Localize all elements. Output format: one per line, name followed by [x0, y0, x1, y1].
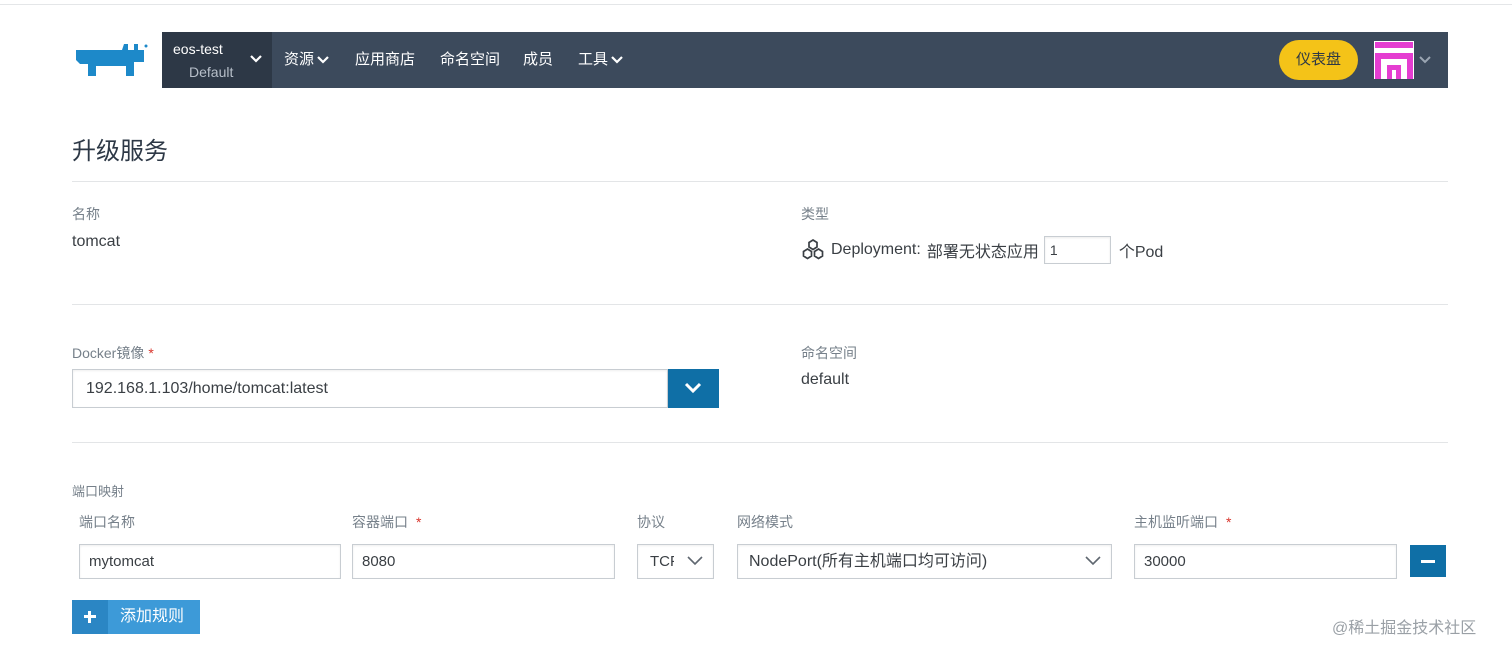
port-name-input[interactable]: mytomcat	[79, 544, 341, 579]
environment-switcher[interactable]: eos-test Default	[162, 32, 272, 88]
type-label: 类型	[801, 206, 829, 222]
container-port-input[interactable]: 8080	[352, 544, 615, 579]
top-divider	[0, 4, 1512, 5]
nav-app-store[interactable]: 应用商店	[355, 32, 415, 88]
plus-icon	[72, 600, 108, 634]
chevron-down-icon	[687, 556, 703, 566]
nav-namespaces-label: 命名空间	[440, 51, 501, 68]
add-rule-label: 添加规则	[120, 608, 185, 625]
container-port-header: 容器端口 *	[352, 512, 421, 532]
nav-tools[interactable]: 工具	[578, 32, 623, 88]
nav-tools-label: 工具	[578, 51, 609, 68]
chevron-down-icon[interactable]	[1419, 55, 1431, 64]
user-avatar[interactable]	[1374, 41, 1414, 79]
replicas-unit: 个Pod	[1118, 244, 1164, 261]
deployment-icon	[802, 238, 824, 260]
rancher-logo[interactable]	[72, 42, 148, 80]
host-port-input[interactable]: 30000	[1134, 544, 1397, 579]
type-row: Deployment: 部署无状态应用 1 个Pod	[801, 236, 1163, 264]
chevron-down-icon	[1085, 556, 1101, 566]
network-mode-header: 网络模式	[737, 514, 793, 530]
divider	[72, 304, 1448, 305]
port-name-header: 端口名称	[79, 514, 135, 530]
replicas-input[interactable]: 1	[1043, 236, 1111, 264]
namespace-value: default	[801, 371, 850, 388]
nav-app-store-label: 应用商店	[355, 51, 416, 68]
environment-subtitle: Default	[189, 64, 234, 80]
minus-icon	[1421, 560, 1435, 563]
name-value: tomcat	[72, 233, 121, 250]
network-mode-select[interactable]: NodePort(所有主机端口均可访问)	[737, 544, 1112, 579]
remove-port-button[interactable]	[1410, 545, 1446, 577]
chevron-down-icon	[317, 55, 329, 64]
image-dropdown-button[interactable]	[668, 369, 719, 408]
port-mapping-label: 端口映射	[72, 484, 125, 499]
page-title: 升级服务	[72, 138, 168, 165]
docker-image-label-text: Docker镜像	[72, 345, 145, 361]
host-port-header-text: 主机监听端口	[1134, 514, 1218, 530]
nav-resources-label: 资源	[284, 51, 315, 68]
type-kind: Deployment:	[831, 241, 921, 258]
nav-members[interactable]: 成员	[523, 32, 553, 88]
protocol-header: 协议	[637, 514, 665, 530]
docker-image-label: Docker镜像 *	[72, 343, 154, 363]
required-mark: *	[148, 345, 154, 361]
chevron-down-icon	[684, 382, 702, 394]
divider	[72, 181, 1448, 182]
divider	[72, 442, 1448, 443]
nav-namespaces[interactable]: 命名空间	[440, 32, 500, 88]
required-mark: *	[1226, 514, 1232, 530]
network-mode-value: NodePort(所有主机端口均可访问)	[749, 553, 988, 570]
nav-resources[interactable]: 资源	[284, 32, 329, 88]
protocol-select[interactable]: TCP	[637, 544, 714, 579]
type-description: 部署无状态应用	[926, 244, 1039, 261]
namespace-label: 命名空间	[801, 345, 857, 361]
docker-image-input[interactable]: 192.168.1.103/home/tomcat:latest	[72, 369, 668, 408]
host-port-header: 主机监听端口 *	[1134, 512, 1231, 532]
chevron-down-icon	[250, 55, 262, 63]
environment-name: eos-test	[173, 41, 223, 57]
protocol-value: TCP	[650, 553, 674, 570]
required-mark: *	[416, 514, 422, 530]
dashboard-button[interactable]: 仪表盘	[1279, 40, 1358, 80]
chevron-down-icon	[611, 55, 623, 64]
container-port-header-text: 容器端口	[352, 514, 408, 530]
top-navbar: eos-test Default 资源 应用商店 命名空间 成员 工具 仪表盘	[162, 32, 1448, 88]
nav-members-label: 成员	[523, 51, 554, 68]
add-rule-button[interactable]: 添加规则	[72, 600, 200, 634]
watermark: @稀土掘金技术社区	[1332, 620, 1477, 637]
name-label: 名称	[72, 206, 100, 222]
